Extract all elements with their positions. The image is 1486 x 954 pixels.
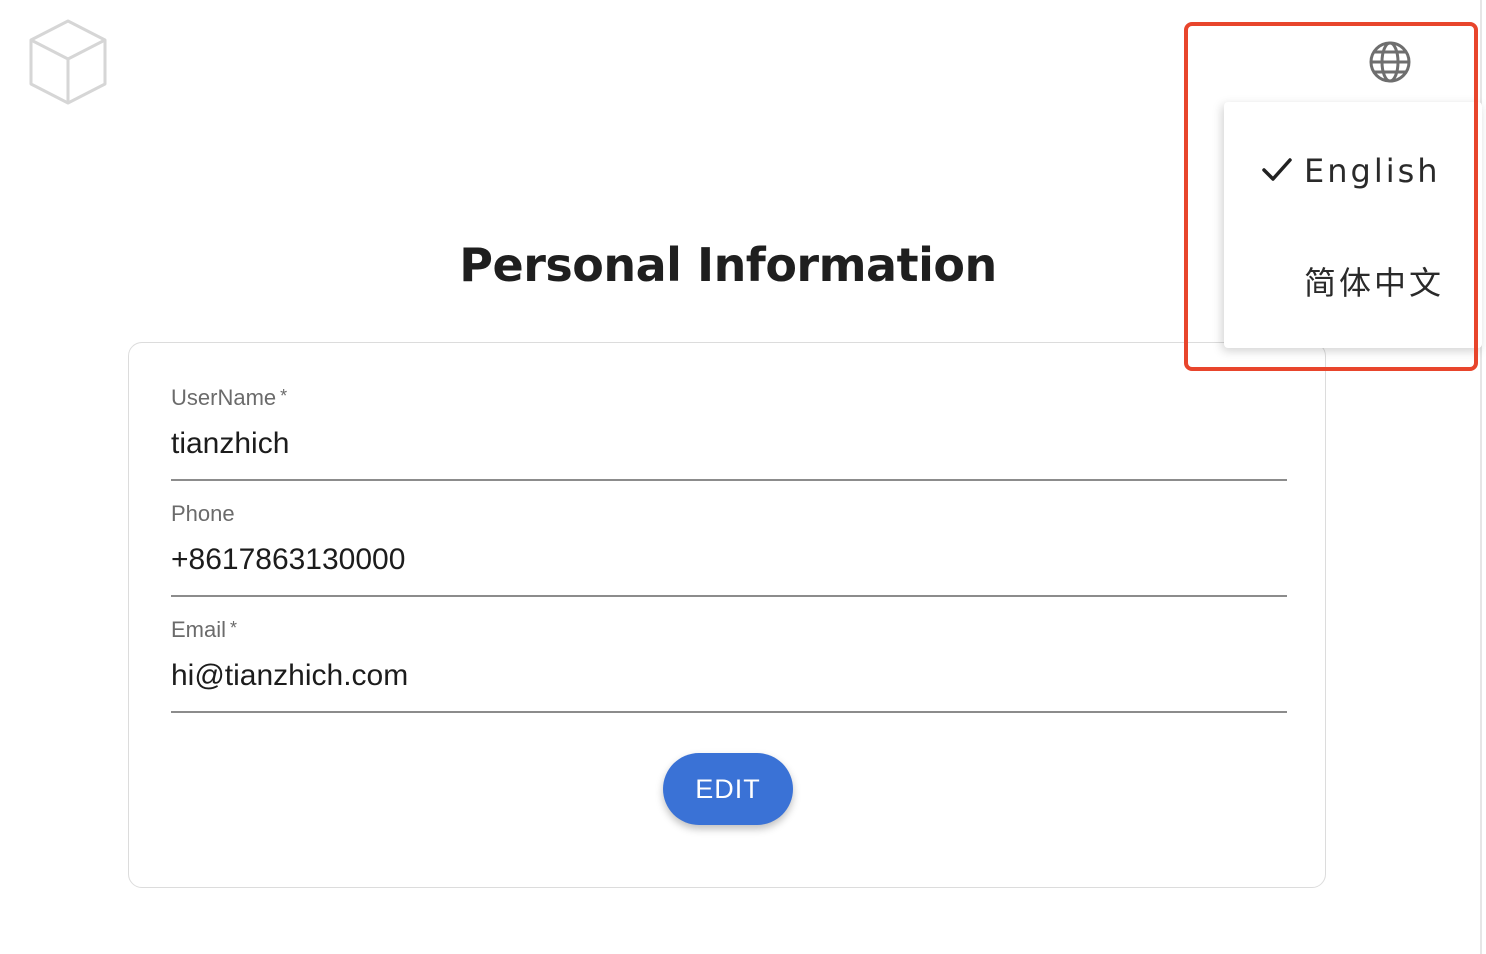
- email-label: Email *: [171, 617, 238, 642]
- phone-underline: [171, 595, 1287, 597]
- language-option-label: 简体中文: [1304, 264, 1445, 302]
- required-mark: *: [230, 618, 238, 638]
- email-underline: [171, 711, 1287, 713]
- username-underline: [171, 479, 1287, 481]
- required-mark: *: [280, 386, 288, 406]
- username-value[interactable]: tianzhich: [171, 427, 289, 461]
- language-menu: English 简体中文: [1224, 102, 1482, 348]
- globe-icon[interactable]: [1366, 38, 1414, 86]
- email-field[interactable]: Email * hi@tianzhich.com: [171, 617, 1287, 713]
- email-value[interactable]: hi@tianzhich.com: [171, 659, 408, 693]
- check-icon: [1260, 152, 1294, 186]
- language-option-label: English: [1304, 152, 1441, 190]
- phone-field[interactable]: Phone +8617863130000: [171, 501, 1287, 597]
- phone-label: Phone: [171, 501, 235, 526]
- cube-logo-icon[interactable]: [28, 18, 108, 106]
- language-option-english[interactable]: English: [1224, 126, 1482, 216]
- page: Personal Information UserName * tianzhich…: [0, 0, 1486, 954]
- personal-info-card: UserName * tianzhich Phone +8617863130000…: [128, 342, 1326, 888]
- username-label: UserName *: [171, 385, 288, 410]
- phone-value[interactable]: +8617863130000: [171, 543, 405, 577]
- language-option-chinese[interactable]: 简体中文: [1224, 232, 1482, 322]
- username-field[interactable]: UserName * tianzhich: [171, 385, 1287, 481]
- edit-button[interactable]: EDIT: [663, 753, 793, 825]
